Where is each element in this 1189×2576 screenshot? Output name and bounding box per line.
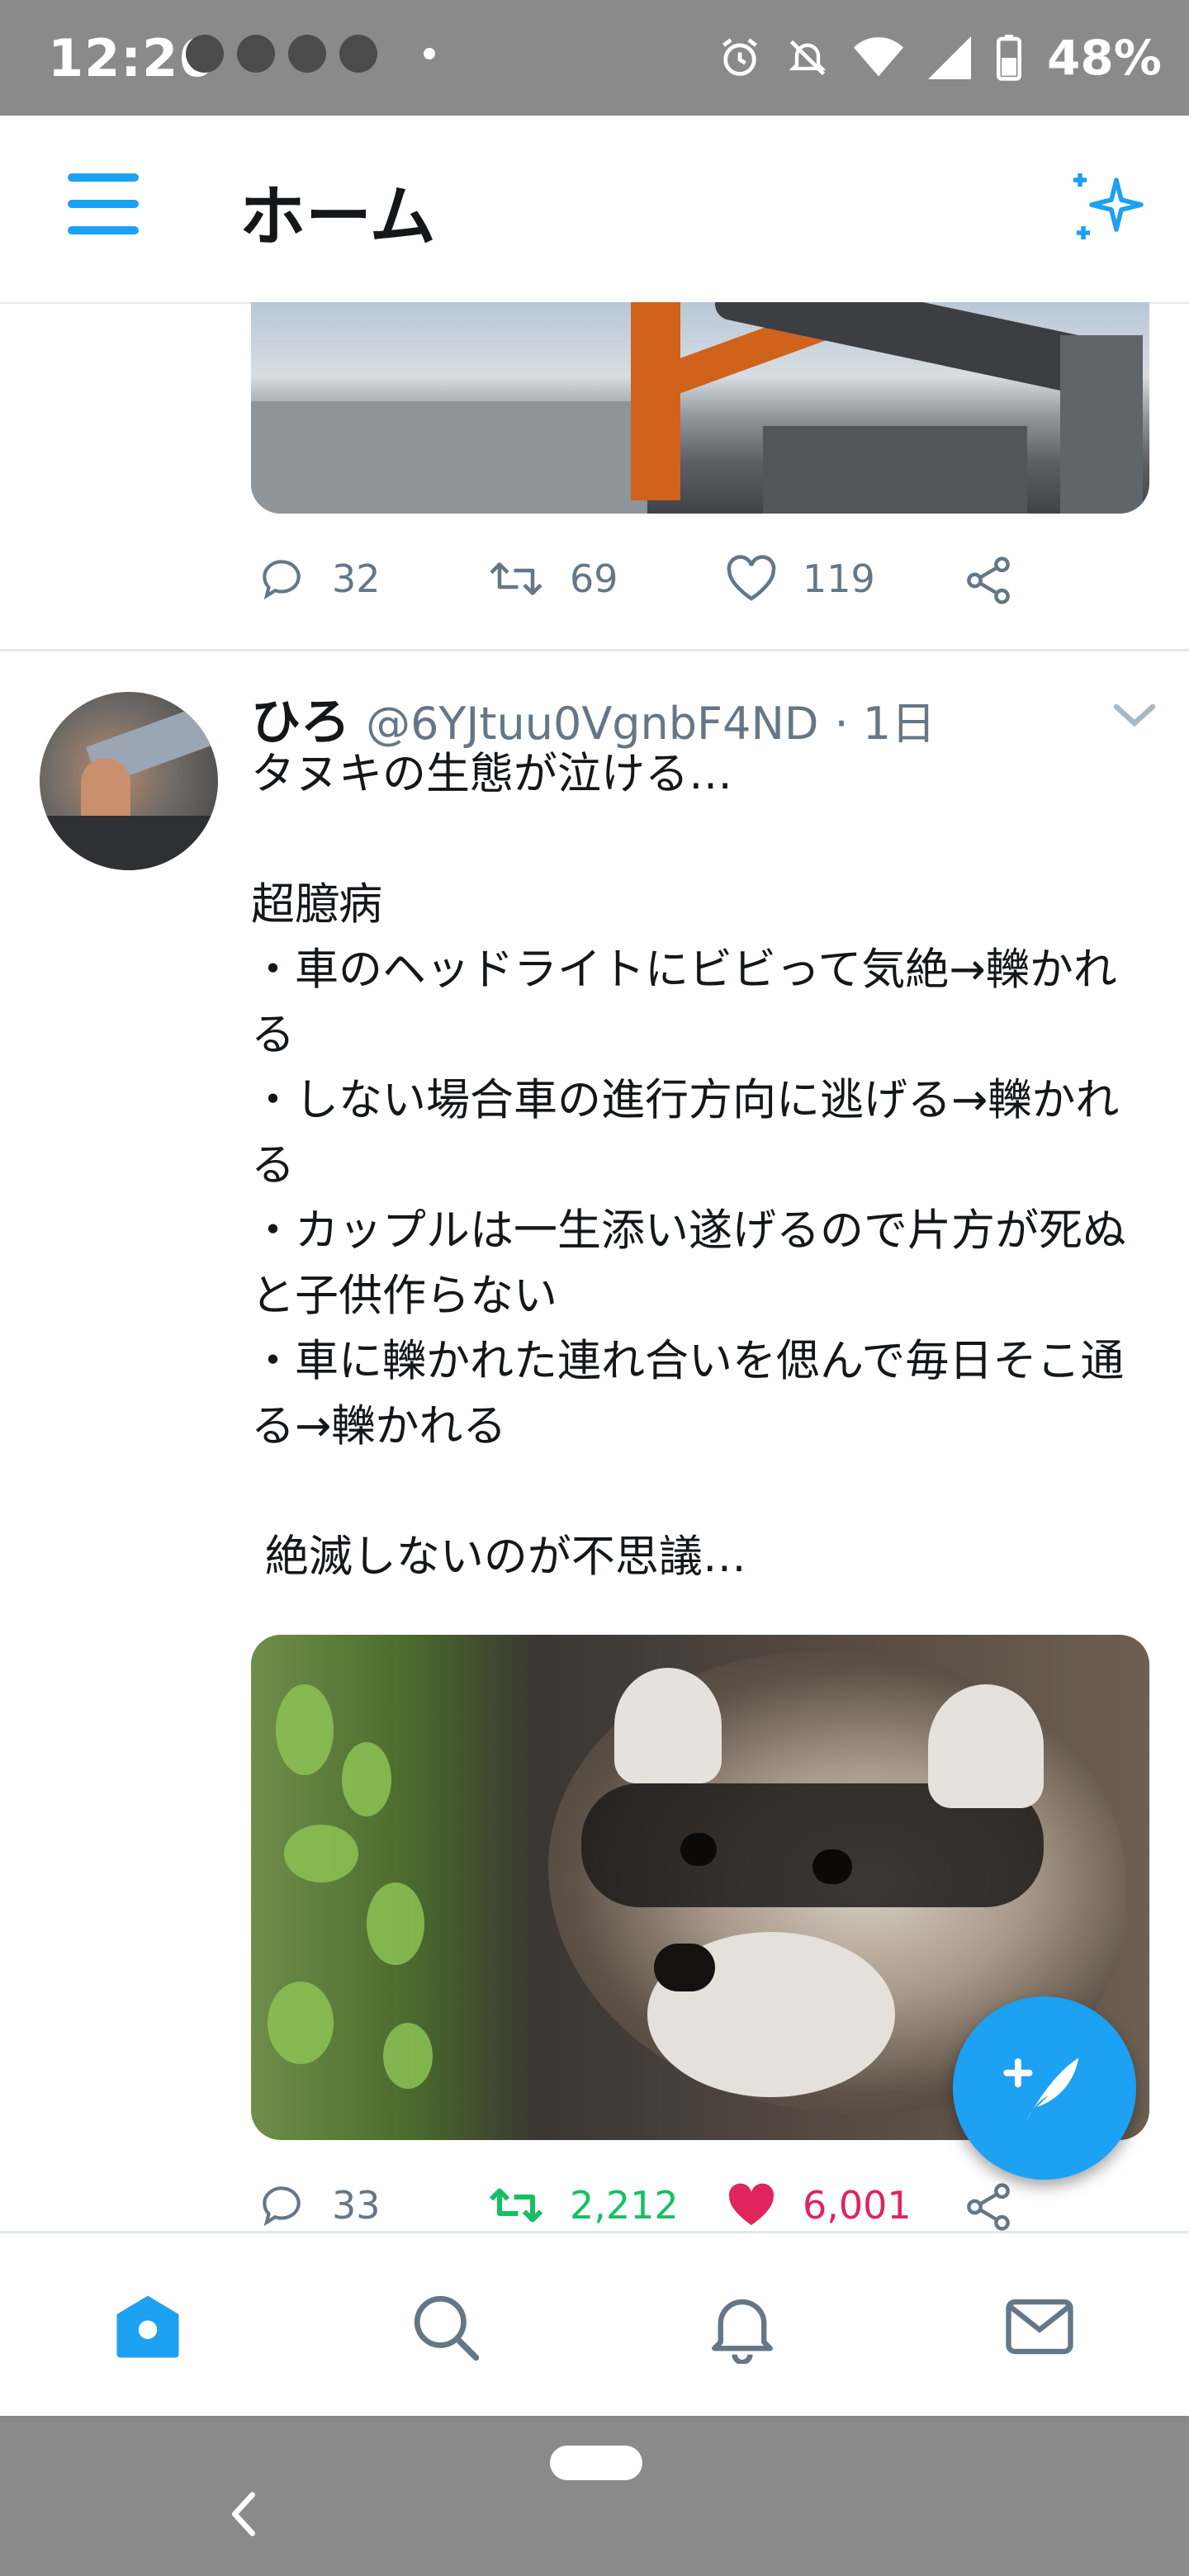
share-button[interactable] (961, 2180, 1040, 2234)
more-notifications-icon (424, 48, 435, 59)
retweet-icon (490, 562, 542, 595)
avatar[interactable] (40, 692, 218, 870)
retweet-count: 69 (570, 556, 618, 601)
retweet-button[interactable]: 2,212 (487, 2180, 679, 2231)
reply-icon (263, 560, 301, 600)
alarm-icon (722, 38, 757, 76)
menu-button[interactable] (68, 173, 142, 239)
retweet-icon (489, 2188, 543, 2223)
previous-tweet-image[interactable] (251, 302, 1149, 514)
share-icon (967, 2183, 1010, 2231)
app-notification-icon (186, 35, 224, 73)
system-navigation-bar (0, 2416, 1189, 2576)
share-button[interactable] (961, 553, 1040, 608)
compose-button[interactable] (953, 1996, 1136, 2180)
status-bar: 12:26 48% (0, 0, 1189, 116)
wifi-icon (854, 37, 903, 77)
sparkle-icon[interactable] (1067, 167, 1146, 249)
battery-icon (996, 35, 1022, 81)
chevron-down-icon[interactable] (1111, 698, 1158, 732)
mail-icon[interactable] (1002, 2290, 1077, 2364)
bell-icon[interactable] (705, 2290, 779, 2364)
home-icon[interactable] (111, 2290, 185, 2364)
retweet-count: 2,212 (570, 2183, 679, 2228)
reply-button[interactable]: 32 (256, 553, 381, 604)
share-icon (967, 556, 1010, 604)
reply-count: 33 (332, 2183, 381, 2228)
battery-percentage: 48% (1047, 30, 1162, 86)
system-status-icons: 48% (718, 30, 1162, 86)
heart-icon (728, 2183, 775, 2225)
mute-icon (789, 40, 827, 76)
tweet-divider (0, 649, 1189, 651)
compose-icon (1003, 2057, 1079, 2123)
previous-tweet-actions: 32 69 119 (251, 553, 1077, 614)
search-icon[interactable] (408, 2290, 482, 2364)
app-header: ホーム (0, 116, 1189, 304)
menu-icon (68, 173, 139, 182)
reply-count: 32 (332, 556, 381, 601)
notification-icons (186, 35, 435, 73)
tweet-text: タヌキの生態が泣ける… 超臆病 ・車のヘッドライトにビビって気絶→轢かれる ・し… (251, 749, 1126, 1582)
app-notification-icon (288, 35, 326, 73)
app-notification-icon (237, 35, 275, 73)
reply-button[interactable]: 33 (256, 2180, 381, 2231)
reply-icon (263, 2186, 301, 2227)
like-button[interactable]: 6,001 (725, 2180, 912, 2231)
like-count: 6,001 (803, 2183, 912, 2228)
like-button[interactable]: 119 (725, 553, 875, 604)
retweet-button[interactable]: 69 (487, 553, 618, 604)
heart-icon (727, 555, 776, 601)
page-title: ホーム (239, 178, 436, 255)
home-gesture-pill[interactable] (550, 2446, 642, 2480)
bottom-navigation (0, 2231, 1189, 2418)
like-count: 119 (803, 556, 875, 601)
app-notification-icon (339, 35, 377, 73)
back-icon[interactable] (226, 2485, 259, 2543)
signal-icon (928, 36, 971, 79)
